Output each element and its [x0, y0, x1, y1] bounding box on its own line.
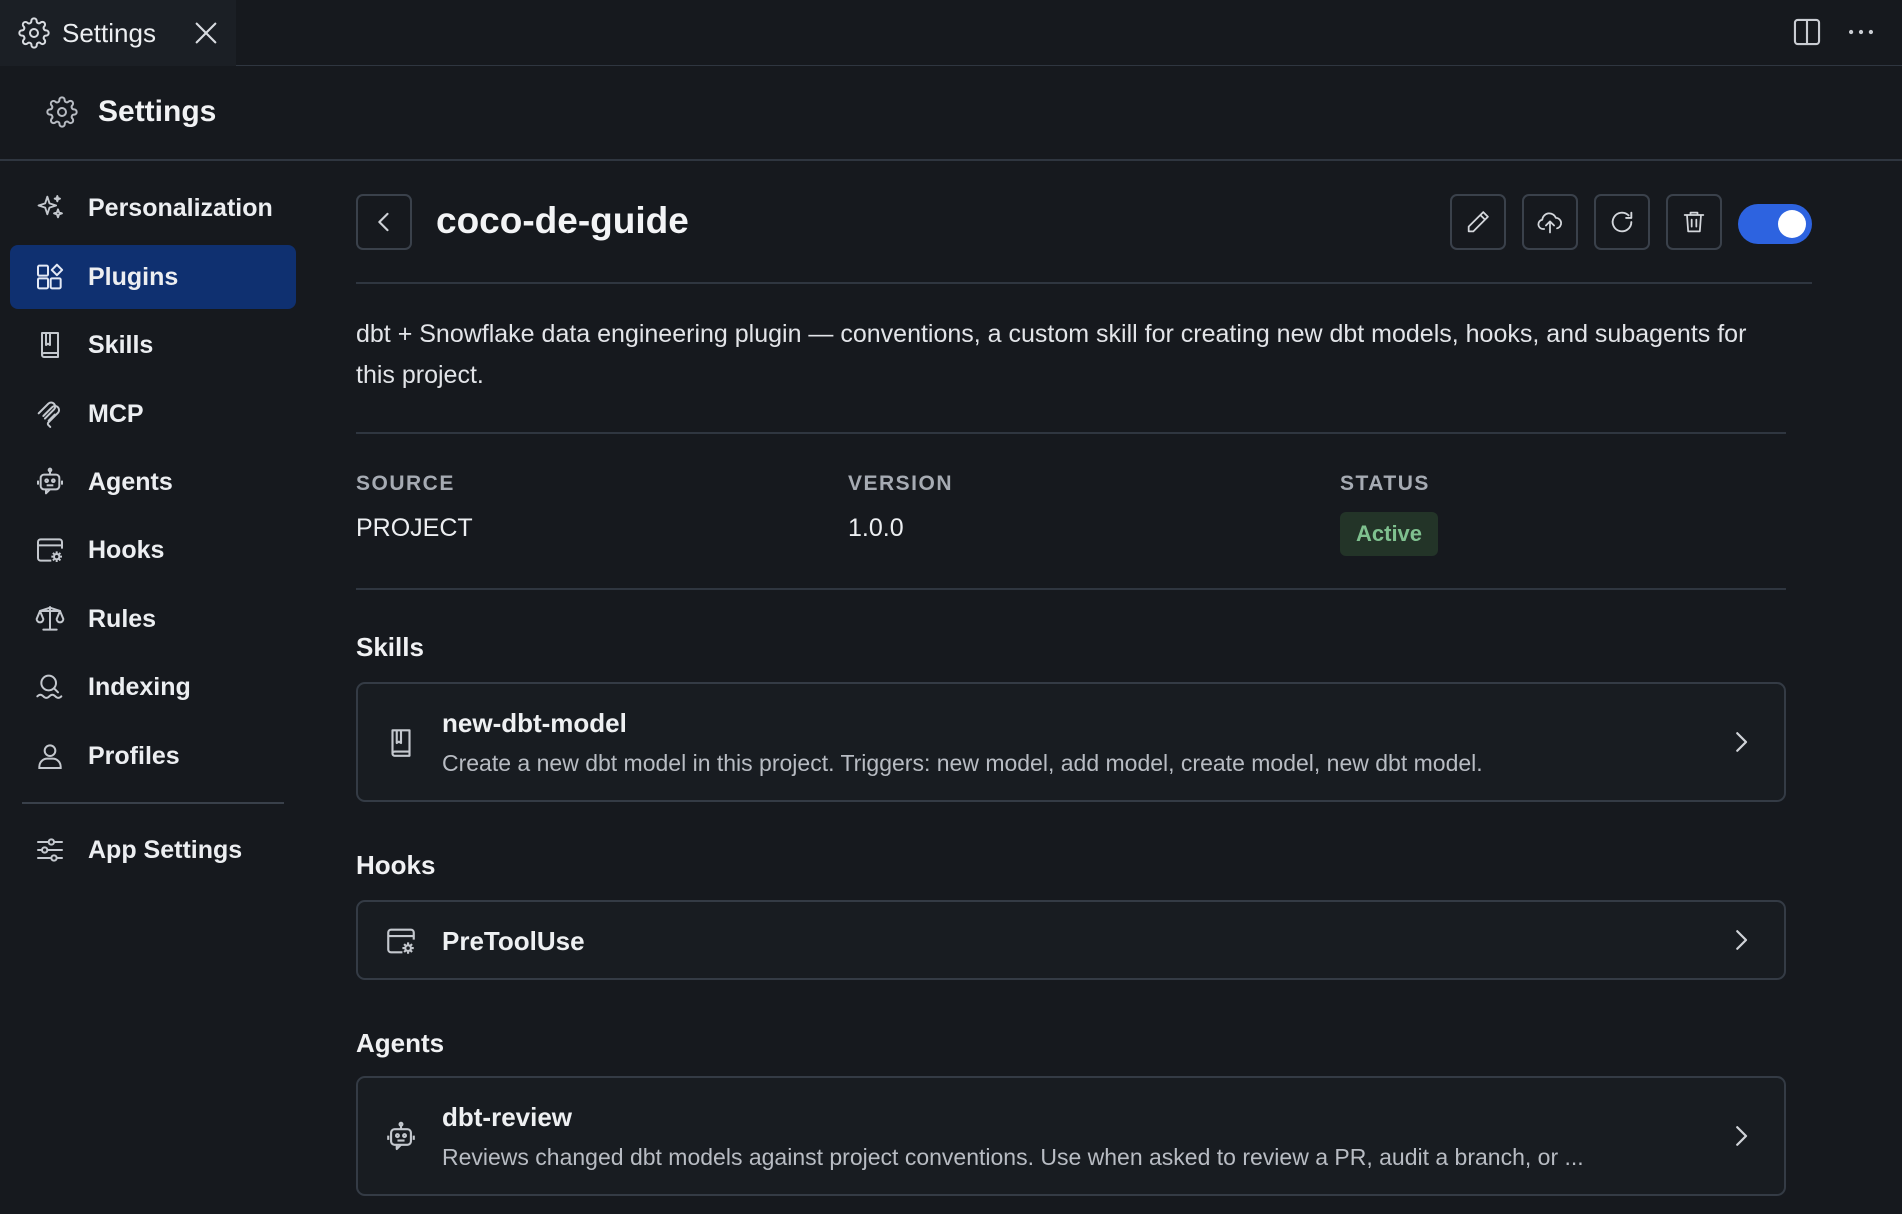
indexing-icon: [34, 671, 66, 703]
sidebar-item-profiles[interactable]: Profiles: [10, 724, 296, 788]
hook-name: PreToolUse: [442, 926, 585, 956]
plugin-name: coco-de-guide: [436, 200, 689, 241]
trash-icon: [1680, 208, 1708, 236]
sidebar-item-label: Rules: [88, 604, 157, 633]
tab-title: Settings: [62, 17, 156, 48]
robot-icon: [384, 1120, 418, 1154]
skills-section-title: Skills: [356, 632, 424, 662]
sidebar-item-personalization[interactable]: Personalization: [10, 176, 296, 240]
sidebar-item-label: Skills: [88, 330, 154, 359]
sidebar-item-agents[interactable]: Agents: [10, 450, 296, 514]
agent-description: Reviews changed dbt models against proje…: [442, 1144, 1584, 1170]
plugins-icon: [34, 261, 66, 293]
skill-name: new-dbt-model: [442, 708, 627, 738]
source-value: PROJECT: [356, 514, 473, 542]
chevron-right-icon: [1726, 1121, 1756, 1151]
edit-button[interactable]: [1450, 194, 1506, 250]
chevron-left-icon: [370, 208, 398, 236]
more-options-icon[interactable]: [1844, 15, 1878, 49]
gear-icon: [46, 96, 78, 128]
sparkles-icon: [34, 192, 66, 224]
meta-divider: [356, 588, 1786, 590]
version-label: VERSION: [848, 472, 954, 495]
sidebar-item-label: Hooks: [88, 535, 165, 564]
sidebar-item-label: Personalization: [88, 193, 273, 222]
page-title: Settings: [98, 95, 217, 128]
upload-button[interactable]: [1522, 194, 1578, 250]
split-editor-icon[interactable]: [1790, 15, 1824, 49]
hook-card[interactable]: PreToolUse: [356, 900, 1786, 980]
sidebar-item-label: App Settings: [88, 835, 243, 864]
version-value: 1.0.0: [848, 514, 904, 542]
cloud-upload-icon: [1536, 208, 1564, 236]
sidebar-item-indexing[interactable]: Indexing: [10, 655, 296, 719]
mcp-icon: [34, 398, 66, 430]
description-divider: [356, 432, 1786, 434]
sidebar-item-label: Indexing: [88, 672, 191, 701]
sidebar-item-rules[interactable]: Rules: [10, 587, 296, 651]
book-icon: [34, 329, 66, 361]
source-label: SOURCE: [356, 472, 455, 495]
sidebar-item-plugins[interactable]: Plugins: [10, 245, 296, 309]
settings-header: Settings: [0, 66, 1902, 161]
hooks-section-title: Hooks: [356, 850, 436, 880]
scales-icon: [34, 603, 66, 635]
back-button[interactable]: [356, 194, 412, 250]
chevron-right-icon: [1726, 727, 1756, 757]
tab-bar: Settings: [0, 0, 1902, 66]
sliders-icon: [34, 834, 66, 866]
refresh-button[interactable]: [1594, 194, 1650, 250]
sidebar-item-label: Plugins: [88, 262, 179, 291]
refresh-icon: [1608, 208, 1636, 236]
user-icon: [34, 740, 66, 772]
status-label: STATUS: [1340, 472, 1430, 495]
agents-section-title: Agents: [356, 1028, 445, 1058]
sidebar-divider: [22, 802, 284, 804]
tab-settings[interactable]: Settings: [0, 0, 236, 66]
sidebar-item-hooks[interactable]: Hooks: [10, 518, 296, 582]
sidebar-item-mcp[interactable]: MCP: [10, 382, 296, 446]
header-divider: [356, 282, 1812, 284]
agent-card[interactable]: dbt-review Reviews changed dbt models ag…: [356, 1076, 1786, 1196]
sidebar-item-skills[interactable]: Skills: [10, 313, 296, 377]
hook-window-icon: [384, 924, 418, 958]
chevron-right-icon: [1726, 925, 1756, 955]
toggle-knob: [1778, 210, 1806, 238]
plugin-description: dbt + Snowflake data engineering plugin …: [356, 320, 1747, 389]
agent-name: dbt-review: [442, 1102, 573, 1132]
sidebar-item-app-settings[interactable]: App Settings: [10, 818, 296, 882]
book-icon: [384, 726, 418, 760]
skill-description: Create a new dbt model in this project. …: [442, 750, 1483, 776]
hook-window-icon: [34, 534, 66, 566]
robot-icon: [34, 466, 66, 498]
sidebar-item-label: Agents: [88, 467, 173, 496]
gear-icon: [18, 17, 50, 49]
sidebar-item-label: Profiles: [88, 741, 180, 770]
delete-button[interactable]: [1666, 194, 1722, 250]
close-icon[interactable]: [190, 17, 222, 49]
pencil-icon: [1464, 208, 1492, 236]
status-badge: Active: [1340, 512, 1439, 556]
plugin-enabled-toggle[interactable]: [1738, 204, 1812, 244]
sidebar-item-label: MCP: [88, 399, 144, 428]
skill-card[interactable]: new-dbt-model Create a new dbt model in …: [356, 682, 1786, 802]
